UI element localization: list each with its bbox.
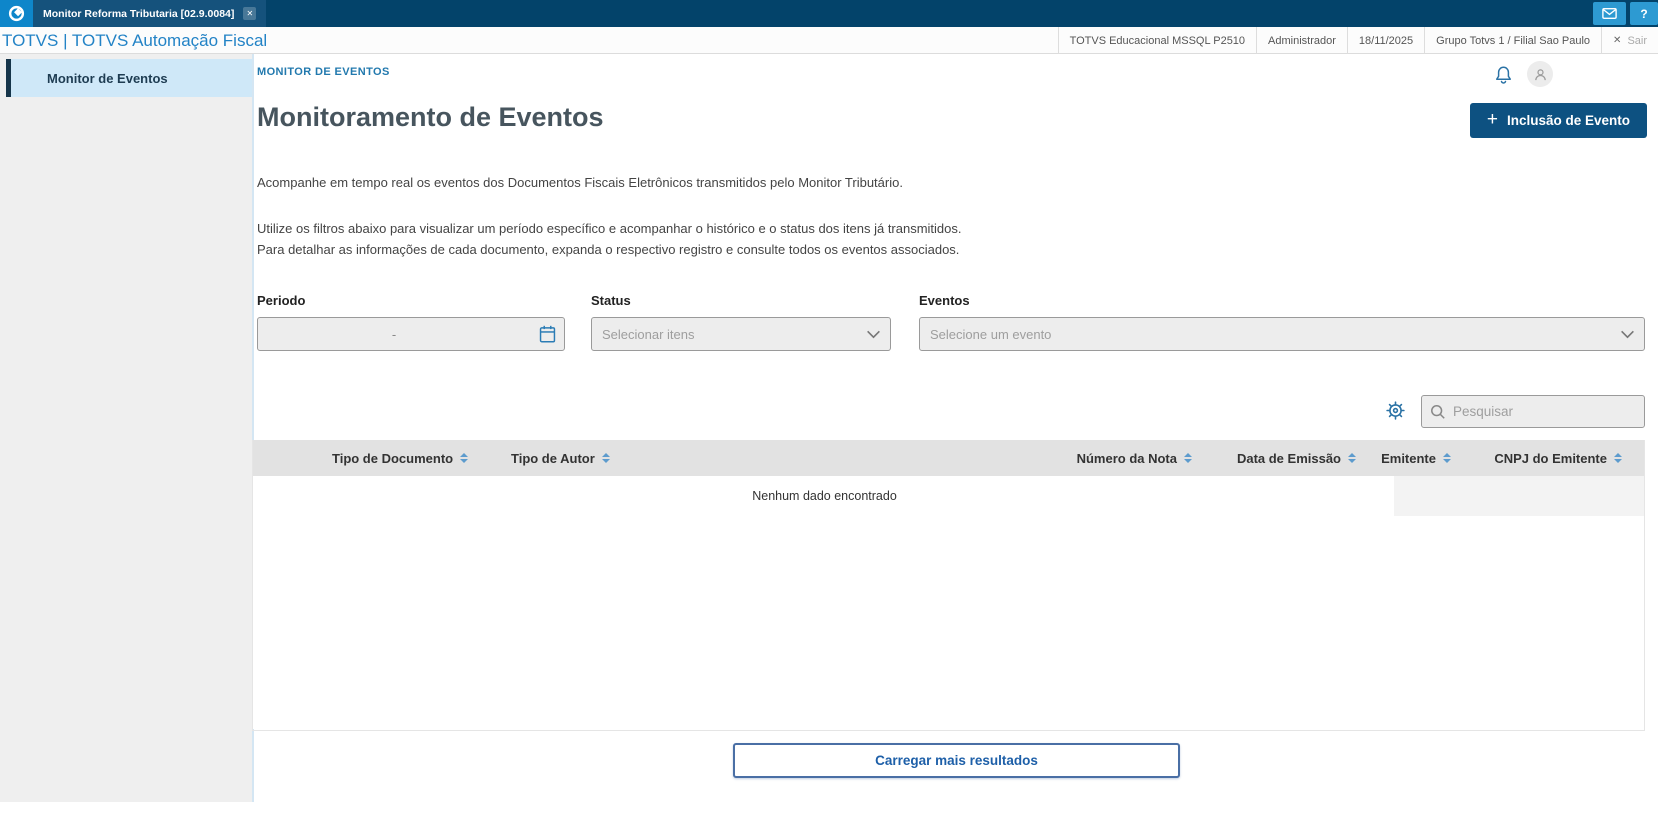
search-box[interactable] xyxy=(1421,395,1645,428)
sort-icon xyxy=(1184,453,1192,463)
app-window: Monitor Reforma Tributaria [02.9.0084] ✕… xyxy=(0,0,1658,817)
period-date-range-input[interactable] xyxy=(257,317,565,351)
status-multiselect[interactable] xyxy=(591,317,891,351)
sidebar-item-label: Monitor de Eventos xyxy=(47,70,168,86)
date-label: 18/11/2025 xyxy=(1346,27,1424,54)
search-icon xyxy=(1431,404,1445,419)
user-avatar-button[interactable] xyxy=(1527,61,1553,87)
table-header-row: Tipo de Documento Tipo de Autor Número d… xyxy=(253,440,1644,476)
period-filter-label: Periodo xyxy=(257,293,306,308)
program-tab[interactable]: Monitor Reforma Tributaria [02.9.0084] ✕ xyxy=(33,0,267,27)
company-branch-label: Grupo Totvs 1 / Filial Sao Paulo xyxy=(1424,27,1601,54)
top-window-bar: Monitor Reforma Tributaria [02.9.0084] ✕… xyxy=(0,0,1658,27)
main-content: MONITOR DE EVENTOS Monitoramento de Even… xyxy=(252,54,1658,817)
pinned-column-shade xyxy=(1394,476,1644,516)
logout-label: Sair xyxy=(1627,34,1647,47)
sort-icon xyxy=(1614,453,1622,463)
intro-text: Acompanhe em tempo real os eventos dos D… xyxy=(257,175,903,190)
instructions-line-2: Para detalhar as informações de cada doc… xyxy=(257,242,960,257)
gear-icon xyxy=(1385,400,1405,420)
chevron-down-icon[interactable] xyxy=(856,330,890,339)
add-event-button[interactable]: + Inclusão de Evento xyxy=(1469,103,1647,138)
envelope-icon xyxy=(1602,8,1617,19)
search-input[interactable] xyxy=(1453,404,1636,419)
column-label: Tipo de Autor xyxy=(511,450,595,466)
column-header-numero-da-nota[interactable]: Número da Nota xyxy=(1077,440,1192,476)
program-tab-title: Monitor Reforma Tributaria [02.9.0084] xyxy=(43,7,235,20)
totvs-logo-icon xyxy=(8,5,25,22)
question-mark-icon: ? xyxy=(1640,6,1648,21)
column-header-data-de-emissao[interactable]: Data de Emissão xyxy=(1237,440,1356,476)
events-select[interactable] xyxy=(919,317,1645,351)
topbar-actions: ? xyxy=(1593,2,1658,25)
breadcrumb[interactable]: MONITOR DE EVENTOS xyxy=(257,66,390,78)
help-button[interactable]: ? xyxy=(1630,2,1658,25)
table-settings-button[interactable] xyxy=(1382,397,1408,423)
column-label: Emitente xyxy=(1381,450,1436,466)
product-header: TOTVS | TOTVS Automação Fiscal TOTVS Edu… xyxy=(0,27,1658,54)
events-table: Tipo de Documento Tipo de Autor Número d… xyxy=(252,440,1645,731)
environment-label: TOTVS Educacional MSSQL P2510 xyxy=(1057,27,1256,54)
person-icon xyxy=(1534,68,1546,80)
status-select-field[interactable] xyxy=(592,318,856,350)
column-label: CNPJ do Emitente xyxy=(1494,450,1607,466)
instructions-line-1: Utilize os filtros abaixo para visualiza… xyxy=(257,221,962,236)
sidebar-item-monitor-de-eventos[interactable]: Monitor de Eventos xyxy=(6,59,252,97)
column-label: Número da Nota xyxy=(1076,450,1177,466)
sort-icon xyxy=(601,453,610,463)
table-body: Nenhum dado encontrado xyxy=(253,476,1644,729)
column-label: Data de Emissão xyxy=(1236,450,1341,466)
column-label: Tipo de Documento xyxy=(332,450,454,466)
calendar-icon[interactable] xyxy=(530,325,564,343)
totvs-logo[interactable] xyxy=(0,0,33,27)
chevron-down-icon[interactable] xyxy=(1610,330,1644,339)
page-title: Monitoramento de Eventos xyxy=(257,102,604,132)
period-value-field[interactable] xyxy=(258,318,530,350)
sidebar: Monitor de Eventos xyxy=(0,54,252,802)
sort-icon xyxy=(1443,453,1451,463)
sort-icon xyxy=(460,453,469,463)
sort-icon xyxy=(1348,453,1356,463)
plus-icon: + xyxy=(1486,109,1498,130)
bell-icon xyxy=(1495,66,1511,84)
notifications-button[interactable] xyxy=(1490,62,1516,88)
brand-title: TOTVS | TOTVS Automação Fiscal xyxy=(2,31,268,50)
events-filter-label: Eventos xyxy=(919,293,970,308)
logout-x-icon: ✕ xyxy=(1613,35,1622,46)
tab-close-icon[interactable]: ✕ xyxy=(243,7,257,20)
user-label: Administrador xyxy=(1256,27,1347,54)
column-header-tipo-de-autor[interactable]: Tipo de Autor xyxy=(511,440,610,476)
empty-state-message: Nenhum dado encontrado xyxy=(752,489,897,503)
load-more-button[interactable]: Carregar mais resultados xyxy=(733,743,1180,778)
status-filter-label: Status xyxy=(591,293,631,308)
session-info: TOTVS Educacional MSSQL P2510 Administra… xyxy=(1057,27,1658,54)
add-event-button-label: Inclusão de Evento xyxy=(1506,113,1630,128)
events-select-field[interactable] xyxy=(920,318,1610,350)
column-header-cnpj-do-emitente[interactable]: CNPJ do Emitente xyxy=(1494,440,1622,476)
column-header-emitente[interactable]: Emitente xyxy=(1381,440,1451,476)
messages-button[interactable] xyxy=(1593,2,1626,25)
column-header-tipo-de-documento[interactable]: Tipo de Documento xyxy=(332,440,469,476)
logout-button[interactable]: ✕ Sair xyxy=(1601,27,1658,54)
